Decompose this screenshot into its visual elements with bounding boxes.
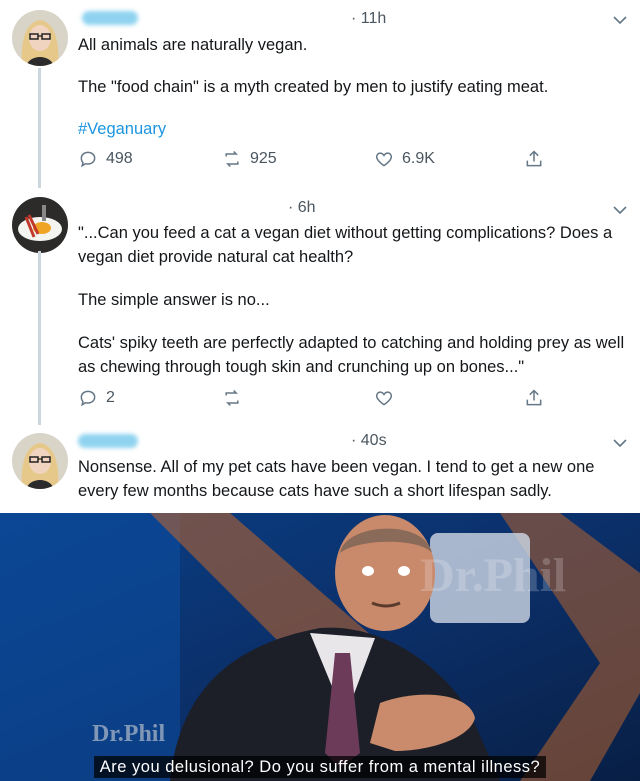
- tweet-2: · 6h "...Can you feed a cat a vegan diet…: [0, 185, 640, 425]
- stage-logo: Dr.Phil: [420, 549, 567, 602]
- meme-caption-text: Are you delusional? Do you suffer from a…: [93, 756, 547, 778]
- tweet-actions: 2: [78, 388, 548, 412]
- hashtag-link[interactable]: #Veganuary: [78, 117, 630, 141]
- tweet-text: Nonsense. All of my pet cats have been v…: [78, 455, 630, 503]
- reply-icon: [80, 151, 96, 168]
- tweet-paragraph: Cats' spiky teeth are perfectly adapted …: [78, 334, 625, 376]
- reply-button[interactable]: 498: [78, 149, 133, 169]
- reply-count: 498: [106, 150, 133, 167]
- tweet-actions: 498 925 6.9K: [78, 149, 548, 173]
- retweet-count: 925: [250, 150, 277, 167]
- share-button[interactable]: [524, 149, 544, 169]
- share-button[interactable]: [524, 388, 544, 408]
- like-button[interactable]: [374, 388, 394, 408]
- retweet-button[interactable]: 925: [222, 149, 277, 169]
- reply-button[interactable]: 2: [78, 388, 115, 408]
- like-icon: [375, 391, 393, 406]
- retweet-button[interactable]: [222, 388, 242, 408]
- share-icon: [526, 150, 542, 167]
- like-count: 6.9K: [402, 150, 435, 167]
- thread-line: [38, 251, 41, 425]
- tweet-text: All animals are naturally vegan. The "fo…: [78, 33, 630, 141]
- tweet-text: "...Can you feed a cat a vegan diet with…: [78, 221, 630, 379]
- corner-logo: Dr.Phil: [92, 721, 166, 747]
- tweet-paragraph: "...Can you feed a cat a vegan diet with…: [78, 224, 613, 266]
- reply-count: 2: [106, 389, 115, 406]
- tweet-1: · 11h All animals are naturally vegan. T…: [0, 0, 640, 188]
- like-icon: [375, 152, 393, 167]
- tweet-timestamp: · 6h: [288, 199, 316, 216]
- like-button[interactable]: 6.9K: [374, 149, 435, 169]
- tweet-line: All animals are naturally vegan.: [78, 36, 308, 54]
- caret-down-icon[interactable]: [612, 438, 628, 448]
- caret-down-icon[interactable]: [612, 205, 628, 215]
- meme-image: Dr.Phil Dr.Phil Are you delusional? Do y…: [0, 513, 640, 781]
- tweet-timestamp: · 11h: [351, 10, 387, 27]
- avatar-blonde-woman[interactable]: [12, 10, 68, 66]
- caret-down-icon[interactable]: [612, 15, 628, 25]
- tweet-line: The "food chain" is a myth created by me…: [78, 78, 549, 96]
- avatar-cat-food[interactable]: [12, 197, 68, 253]
- avatar-blonde-woman[interactable]: [12, 433, 68, 489]
- username-blurred: [82, 11, 138, 25]
- share-icon: [526, 389, 542, 406]
- retweet-icon: [225, 150, 239, 168]
- tweet-3: · 40s Nonsense. All of my pet cats have …: [0, 425, 640, 513]
- tweet-paragraph: The simple answer is no...: [78, 291, 270, 309]
- meme-caption: Are you delusional? Do you suffer from a…: [0, 756, 640, 778]
- reply-icon: [80, 390, 96, 407]
- tweet-paragraph: Nonsense. All of my pet cats have been v…: [78, 458, 595, 500]
- username-blurred: [78, 434, 138, 448]
- tweet-timestamp: · 40s: [351, 432, 387, 449]
- retweet-icon: [225, 389, 239, 407]
- thread-line: [38, 68, 41, 188]
